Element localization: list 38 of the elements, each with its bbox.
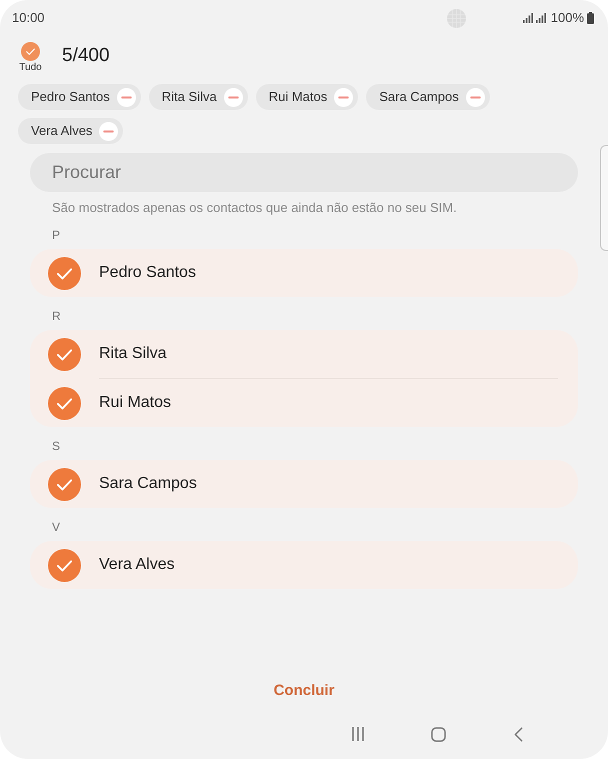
checkbox[interactable] <box>48 338 81 370</box>
battery-percent: 100% <box>550 9 584 28</box>
chip-name: Vera Alves <box>31 122 92 140</box>
contact-name[interactable]: Pedro Santos <box>99 261 196 285</box>
scroll-handle[interactable] <box>600 145 608 251</box>
battery-icon <box>587 12 594 24</box>
checkbox[interactable] <box>48 548 81 582</box>
chip-name: Rui Matos <box>268 88 328 106</box>
remove-icon[interactable] <box>466 88 485 106</box>
checkbox[interactable] <box>48 256 81 290</box>
contact-name[interactable]: Rita Silva <box>99 342 167 366</box>
section-letter: S <box>52 439 60 453</box>
signal-icon <box>536 13 546 23</box>
remove-icon[interactable] <box>116 88 136 106</box>
hint-text: São mostrados apenas os contactos que ainda não estão no seu SIM. <box>52 200 457 216</box>
back-icon[interactable] <box>514 726 523 742</box>
select-all-label: Tudo <box>19 62 42 74</box>
selection-count: 5/400 <box>62 44 110 68</box>
search-field[interactable]: Procurar <box>30 153 578 192</box>
contact-name[interactable]: Sara Campos <box>99 472 197 496</box>
chip-name: Sara Campos <box>379 88 459 106</box>
remove-icon[interactable] <box>99 122 118 140</box>
chip-name: Rita Silva <box>162 88 217 106</box>
checkbox[interactable] <box>48 468 81 500</box>
chip-name: Pedro Santos <box>31 88 110 106</box>
contact-name[interactable]: Rui Matos <box>99 391 172 415</box>
remove-icon[interactable] <box>224 88 243 106</box>
recent-apps-icon[interactable] <box>351 727 365 741</box>
section-letter: P <box>52 228 60 242</box>
section-letter: R <box>52 309 61 323</box>
checkbox[interactable] <box>48 386 81 420</box>
status-time: 10:00 <box>12 9 45 28</box>
contact-name[interactable]: Vera Alves <box>99 553 175 577</box>
remove-icon[interactable] <box>334 88 354 106</box>
signal-icon <box>522 13 533 23</box>
section-letter: V <box>52 520 60 534</box>
home-icon[interactable] <box>431 726 446 742</box>
checkbox[interactable] <box>21 42 40 61</box>
